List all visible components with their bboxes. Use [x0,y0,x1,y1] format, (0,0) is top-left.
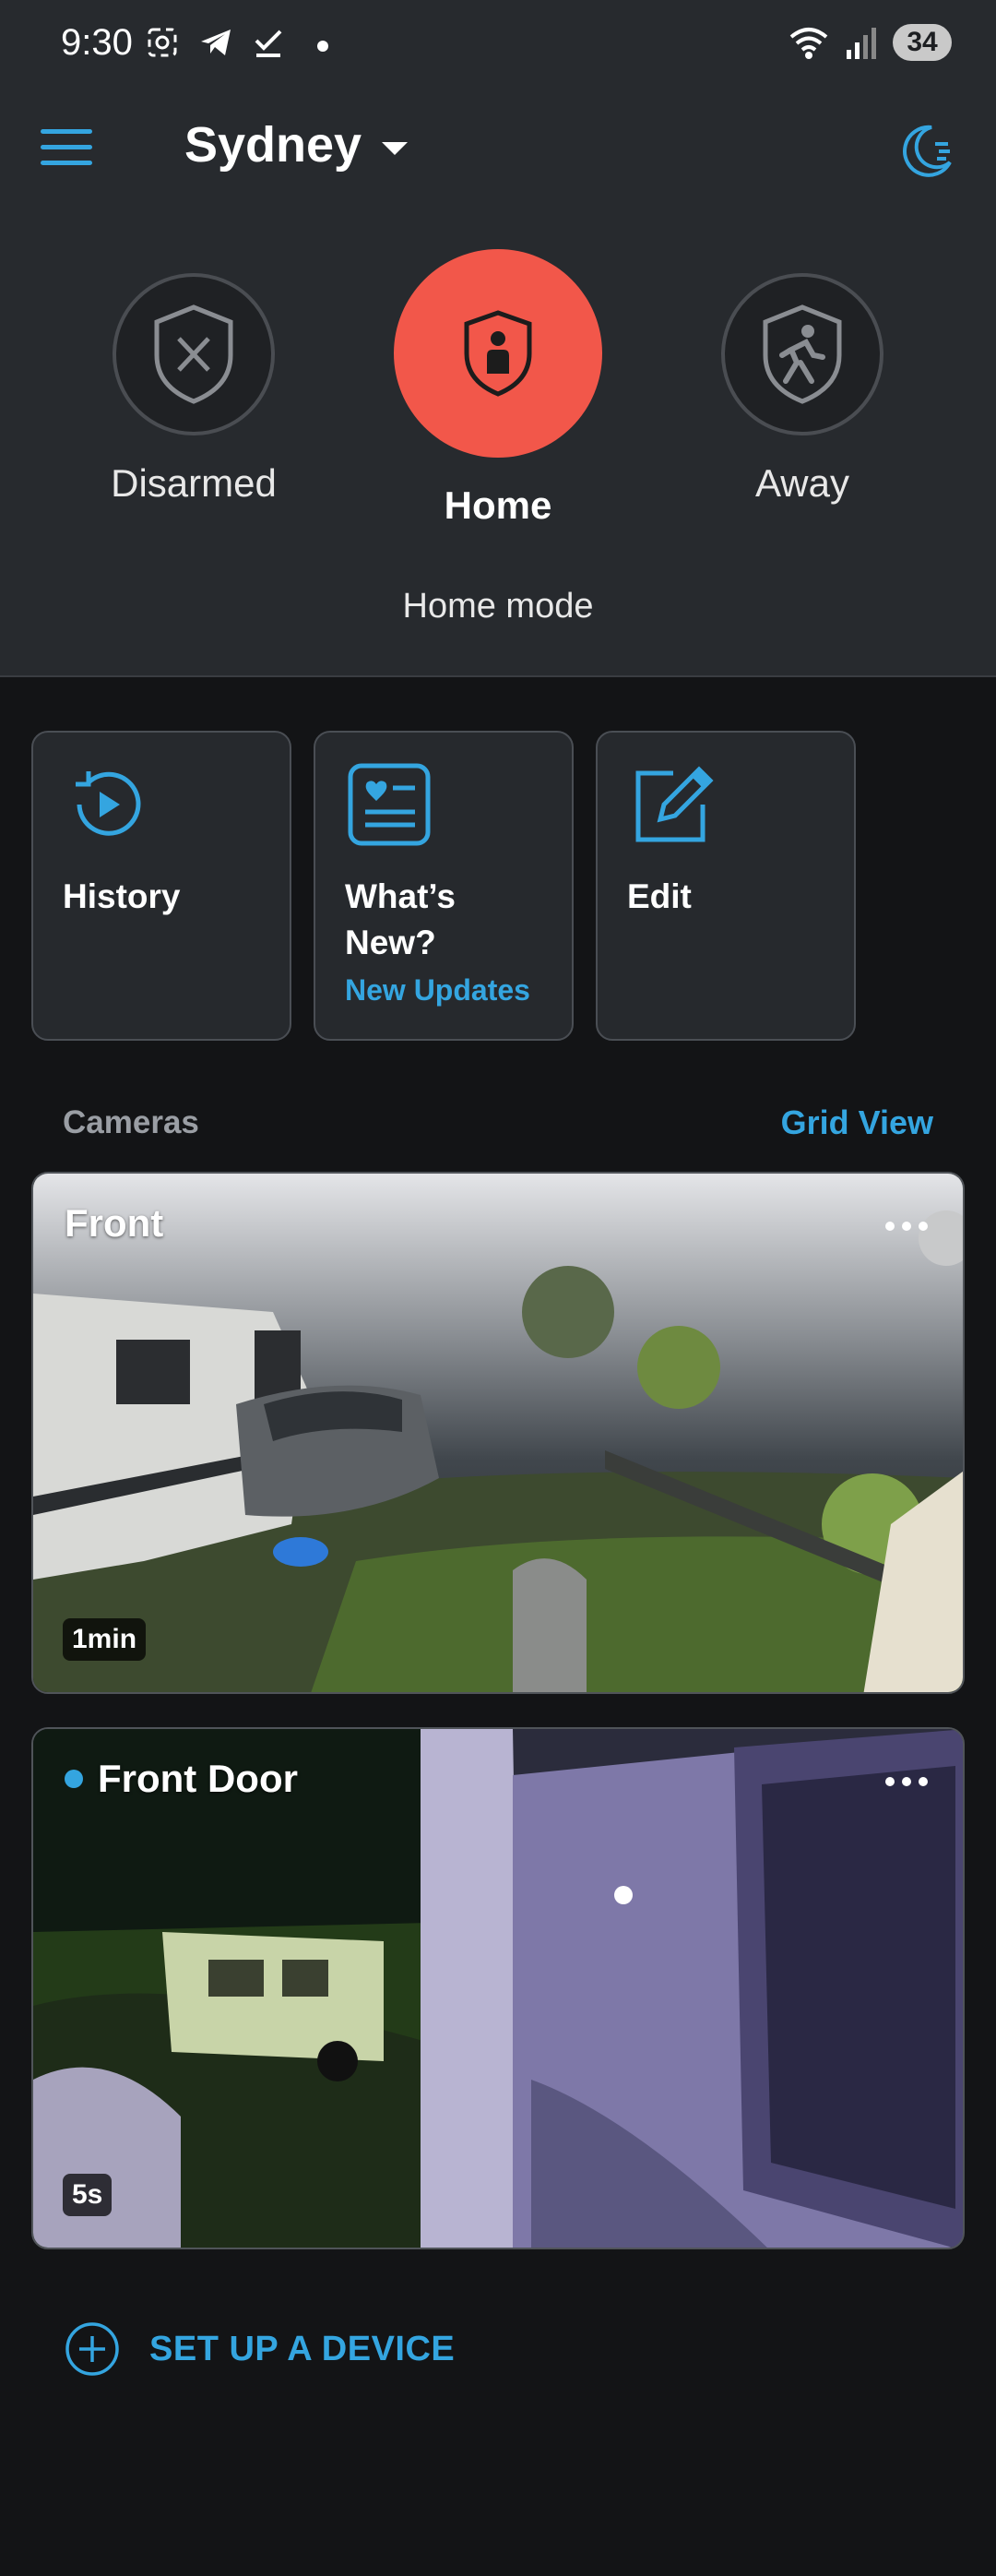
live-indicator-icon [65,1770,83,1788]
camera-feed-front-door [33,1729,963,2248]
status-time: 9:30 [61,22,133,63]
add-circle-icon [65,2322,119,2376]
notification-icons [144,24,341,61]
news-card-icon [348,763,431,846]
hamburger-menu-icon[interactable] [41,129,92,170]
away-shield-icon [721,273,883,435]
more-options-icon[interactable] [885,1222,928,1231]
signal-icon [847,28,876,59]
cameras-label: Cameras [63,1104,199,1140]
camera-name-front-label: Front [65,1201,164,1245]
status-bar: 9:30 34 [0,0,996,92]
screenshot-icon [148,28,177,57]
check-icon [255,30,282,57]
tile-edit-title: Edit [627,877,692,915]
chevron-down-icon [382,142,409,155]
tile-whats-new-subtitle: New Updates [345,972,530,1007]
moon-icon[interactable] [896,122,955,181]
tile-history[interactable]: History [31,731,291,1041]
wifi-icon [789,28,828,59]
mode-disarmed[interactable]: Disarmed [55,273,332,506]
status-right: 34 [788,24,952,61]
dot-icon [317,41,328,52]
set-up-device-button[interactable]: SET UP A DEVICE [65,2321,455,2377]
more-options-icon[interactable] [885,1777,928,1786]
cameras-header: Cameras Grid View [63,1103,933,1142]
camera-name-front: Front [65,1201,163,1246]
telegram-icon [201,30,231,55]
mode-home[interactable]: Home [360,249,636,528]
quick-actions: History What’s New? New Updates Edit [31,731,856,1041]
history-icon [76,771,141,836]
mode-description: Home mode [402,587,594,626]
mode-away[interactable]: Away [664,273,941,506]
mode-away-label: Away [755,461,849,505]
tile-whats-new-title: What’s New? [345,877,456,961]
location-selector[interactable]: Sydney [184,116,409,173]
camera-age-badge: 5s [63,2174,113,2216]
camera-age-badge: 1min [63,1618,147,1661]
home-shield-icon [394,249,602,458]
app-header: Sydney [0,101,996,197]
set-up-device-label: SET UP A DEVICE [149,2329,456,2368]
battery-indicator: 34 [893,24,952,61]
mode-home-label: Home [444,483,552,527]
camera-name-front-door-label: Front Door [98,1757,298,1800]
mode-selector: Disarmed Home Away [0,249,996,544]
camera-feed-front [33,1174,963,1692]
tile-edit[interactable]: Edit [596,731,856,1041]
tile-whats-new[interactable]: What’s New? New Updates [314,731,574,1041]
camera-tile-front-door[interactable]: Front Door 5s [31,1727,965,2249]
tile-history-title: History [63,877,181,915]
camera-tile-front[interactable]: Front 1min [31,1172,965,1694]
edit-icon [635,766,714,842]
security-panel: 9:30 34 Sydney Disarmed Home Away Home m… [0,0,996,677]
location-name: Sydney [184,117,362,173]
disarmed-shield-icon [113,273,275,435]
camera-name-front-door: Front Door [65,1757,298,1801]
mode-disarmed-label: Disarmed [111,461,277,505]
grid-view-link[interactable]: Grid View [781,1103,933,1142]
